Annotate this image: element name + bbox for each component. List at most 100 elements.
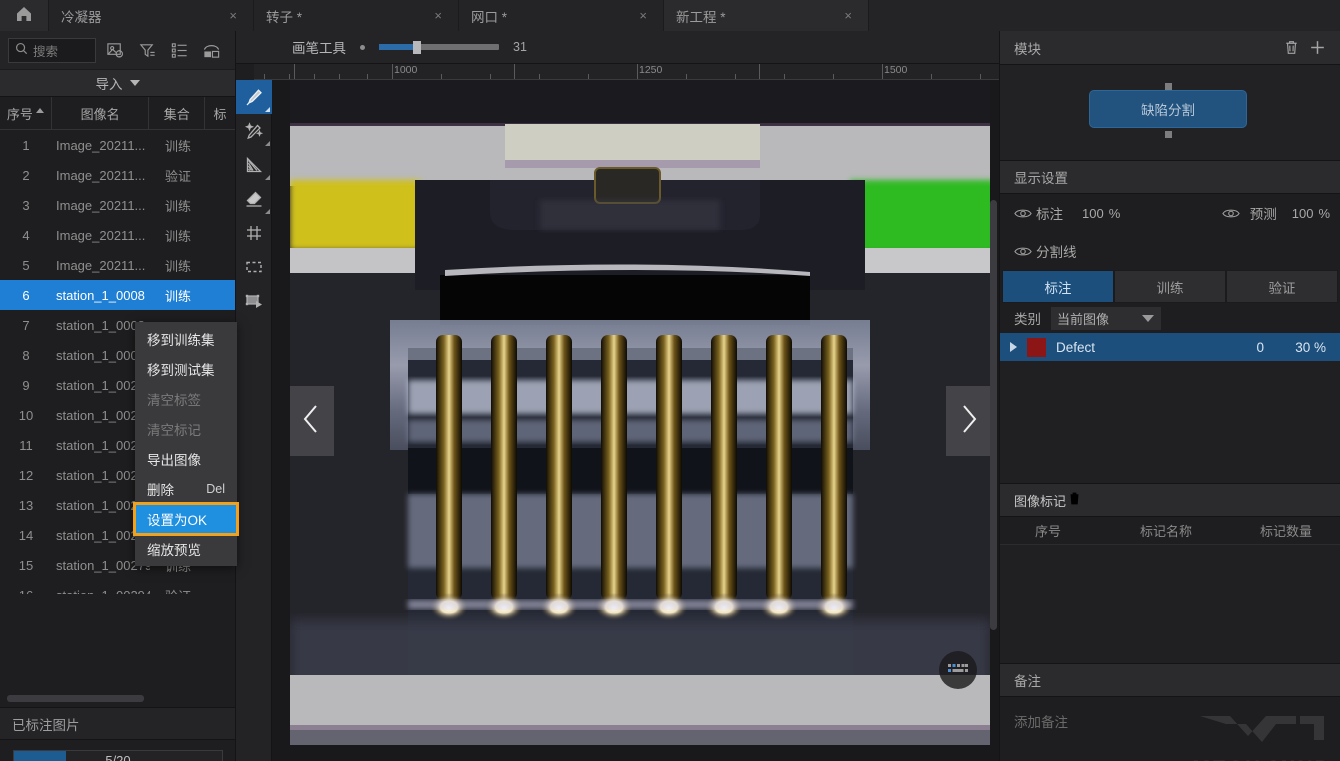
trash-icon[interactable] bbox=[1278, 35, 1304, 61]
node-output-handle[interactable] bbox=[1165, 131, 1172, 138]
brush-size-slider[interactable] bbox=[379, 41, 499, 54]
tab-3[interactable]: 新工程 * × bbox=[664, 0, 869, 31]
eye-icon[interactable] bbox=[1222, 207, 1244, 220]
tool-expand-corner[interactable] bbox=[265, 175, 270, 180]
context-menu-move-to-train[interactable]: 移到训练集 bbox=[135, 324, 237, 354]
table-row[interactable]: 16station_1_00294验证 bbox=[0, 580, 235, 595]
tool-expand-corner[interactable] bbox=[265, 209, 270, 214]
table-row[interactable]: 5 Image_20211... 训练 bbox=[0, 250, 235, 280]
canvas-vertical-scrollbar[interactable] bbox=[990, 200, 997, 630]
class-color-swatch[interactable] bbox=[1027, 337, 1046, 357]
module-graph-canvas[interactable]: 缺陷分割 bbox=[1000, 65, 1340, 161]
note-placeholder: 添加备注 bbox=[1014, 715, 1068, 730]
row-index: 3 bbox=[22, 197, 30, 213]
table-row-selected[interactable]: 6 station_1_0008 训练 bbox=[0, 280, 235, 310]
list-view-icon[interactable] bbox=[166, 37, 192, 63]
image-context-menu[interactable]: 移到训练集 移到测试集 清空标签 清空标记 导出图像 删除 Del 设置为OK … bbox=[133, 322, 239, 566]
prediction-opacity-value[interactable]: 100 bbox=[1292, 206, 1314, 221]
eraser-tool[interactable] bbox=[236, 182, 272, 216]
import-button[interactable]: 导入 bbox=[0, 69, 235, 97]
annotation-opacity-value[interactable]: 100 bbox=[1082, 206, 1104, 221]
trash-icon[interactable] bbox=[1066, 490, 1083, 510]
image-table-header: 序号 图像名 集合 标 bbox=[0, 97, 235, 130]
context-menu-move-to-test[interactable]: 移到测试集 bbox=[135, 354, 237, 384]
close-icon[interactable]: × bbox=[225, 7, 241, 24]
chevron-right-icon[interactable] bbox=[1010, 342, 1017, 352]
close-icon[interactable]: × bbox=[430, 7, 446, 24]
context-menu-delete[interactable]: 删除 Del bbox=[135, 474, 237, 504]
image-canvas[interactable] bbox=[254, 80, 999, 761]
class-row-defect[interactable]: Defect 0 30 % bbox=[1000, 333, 1340, 361]
context-menu-zoom-preview[interactable]: 缩放预览 bbox=[135, 534, 237, 564]
left-panel-toolbar: 搜索 bbox=[0, 31, 235, 69]
row-index: 16 bbox=[0, 588, 52, 595]
active-tool-title: 画笔工具 bbox=[292, 41, 346, 56]
tab-1[interactable]: 转子 * × bbox=[254, 0, 459, 31]
eye-icon[interactable] bbox=[1014, 207, 1036, 220]
display-row-annotation: 标注 100 % 预测 100 % bbox=[1000, 194, 1340, 232]
tool-expand-corner[interactable] bbox=[265, 107, 270, 112]
slider-handle[interactable] bbox=[412, 41, 421, 54]
plus-icon[interactable] bbox=[1304, 35, 1330, 61]
magic-pen-tool[interactable] bbox=[236, 114, 272, 148]
class-list[interactable]: Defect 0 30 % bbox=[1000, 333, 1340, 483]
node-input-handle[interactable] bbox=[1165, 83, 1172, 90]
image-list-horizontal-scrollbar[interactable] bbox=[7, 695, 144, 702]
display-row-segmentation-line: 分割线 bbox=[1000, 232, 1340, 270]
menu-label: 清空标记 bbox=[147, 423, 201, 438]
table-row[interactable]: 3 Image_20211... 训练 bbox=[0, 190, 235, 220]
previous-image-button[interactable] bbox=[290, 385, 334, 456]
context-menu-clear-marks: 清空标记 bbox=[135, 414, 237, 444]
brush-tool[interactable] bbox=[236, 80, 272, 114]
home-button[interactable] bbox=[0, 0, 49, 31]
tool-expand-corner[interactable] bbox=[265, 141, 270, 146]
column-header-set[interactable]: 集合 bbox=[149, 97, 206, 129]
tab-training[interactable]: 训练 bbox=[1114, 270, 1226, 303]
column-header-name[interactable]: 图像名 bbox=[52, 97, 150, 129]
table-row[interactable]: 2 Image_20211... 验证 bbox=[0, 160, 235, 190]
module-node-defect-segmentation[interactable]: 缺陷分割 bbox=[1089, 90, 1247, 128]
image-settings-icon[interactable] bbox=[102, 37, 128, 63]
progress-fill bbox=[14, 751, 66, 761]
row-index: 5 bbox=[22, 257, 30, 273]
tab-validation[interactable]: 验证 bbox=[1226, 270, 1338, 303]
search-input[interactable]: 搜索 bbox=[8, 37, 96, 63]
polygon-fill-tool[interactable] bbox=[236, 148, 272, 182]
row-index: 9 bbox=[22, 377, 30, 393]
table-row[interactable]: 1 Image_20211... 训练 bbox=[0, 130, 235, 160]
image-marks-header: 图像标记 bbox=[1000, 483, 1340, 517]
close-icon[interactable]: × bbox=[635, 7, 651, 24]
plus-icon[interactable] bbox=[1083, 489, 1102, 511]
table-row[interactable]: 4 Image_20211... 训练 bbox=[0, 220, 235, 250]
filter-icon[interactable] bbox=[134, 37, 160, 63]
segmentation-line-label: 分割线 bbox=[1036, 245, 1077, 260]
context-menu-set-as-ok[interactable]: 设置为OK bbox=[133, 502, 239, 536]
note-input[interactable]: 添加备注 MECH MIND bbox=[1000, 697, 1340, 761]
row-index: 13 bbox=[18, 497, 34, 513]
eye-icon[interactable] bbox=[1014, 245, 1036, 258]
transform-tool[interactable] bbox=[236, 284, 272, 318]
context-menu-export-image[interactable]: 导出图像 bbox=[135, 444, 237, 474]
rect-select-tool[interactable] bbox=[236, 250, 272, 284]
grid-tool[interactable] bbox=[236, 216, 272, 250]
sort-ascending-icon bbox=[35, 107, 44, 113]
category-select[interactable]: 当前图像 bbox=[1051, 306, 1161, 330]
annotated-image[interactable] bbox=[290, 80, 995, 745]
context-menu-clear-labels: 清空标签 bbox=[135, 384, 237, 414]
compare-view-icon[interactable] bbox=[198, 37, 224, 63]
row-set: 训练 bbox=[164, 138, 191, 154]
keyboard-shortcuts-button[interactable] bbox=[939, 651, 977, 689]
tab-0[interactable]: 冷凝器 × bbox=[49, 0, 254, 31]
tab-2[interactable]: 网口 * × bbox=[459, 0, 664, 31]
column-header-index[interactable]: 序号 bbox=[0, 97, 52, 129]
chevron-down-icon bbox=[1142, 314, 1154, 322]
annotation-label: 标注 bbox=[1036, 207, 1063, 222]
connector-photo bbox=[290, 80, 995, 745]
column-header-label[interactable]: 标 bbox=[205, 97, 235, 129]
next-image-button[interactable] bbox=[946, 385, 990, 456]
tab-label: 冷凝器 bbox=[61, 9, 102, 25]
image-marks-body[interactable] bbox=[1000, 545, 1340, 663]
tab-annotation[interactable]: 标注 bbox=[1002, 270, 1114, 303]
tool-options-bar: 画笔工具 31 bbox=[236, 31, 999, 64]
close-icon[interactable]: × bbox=[840, 7, 856, 24]
